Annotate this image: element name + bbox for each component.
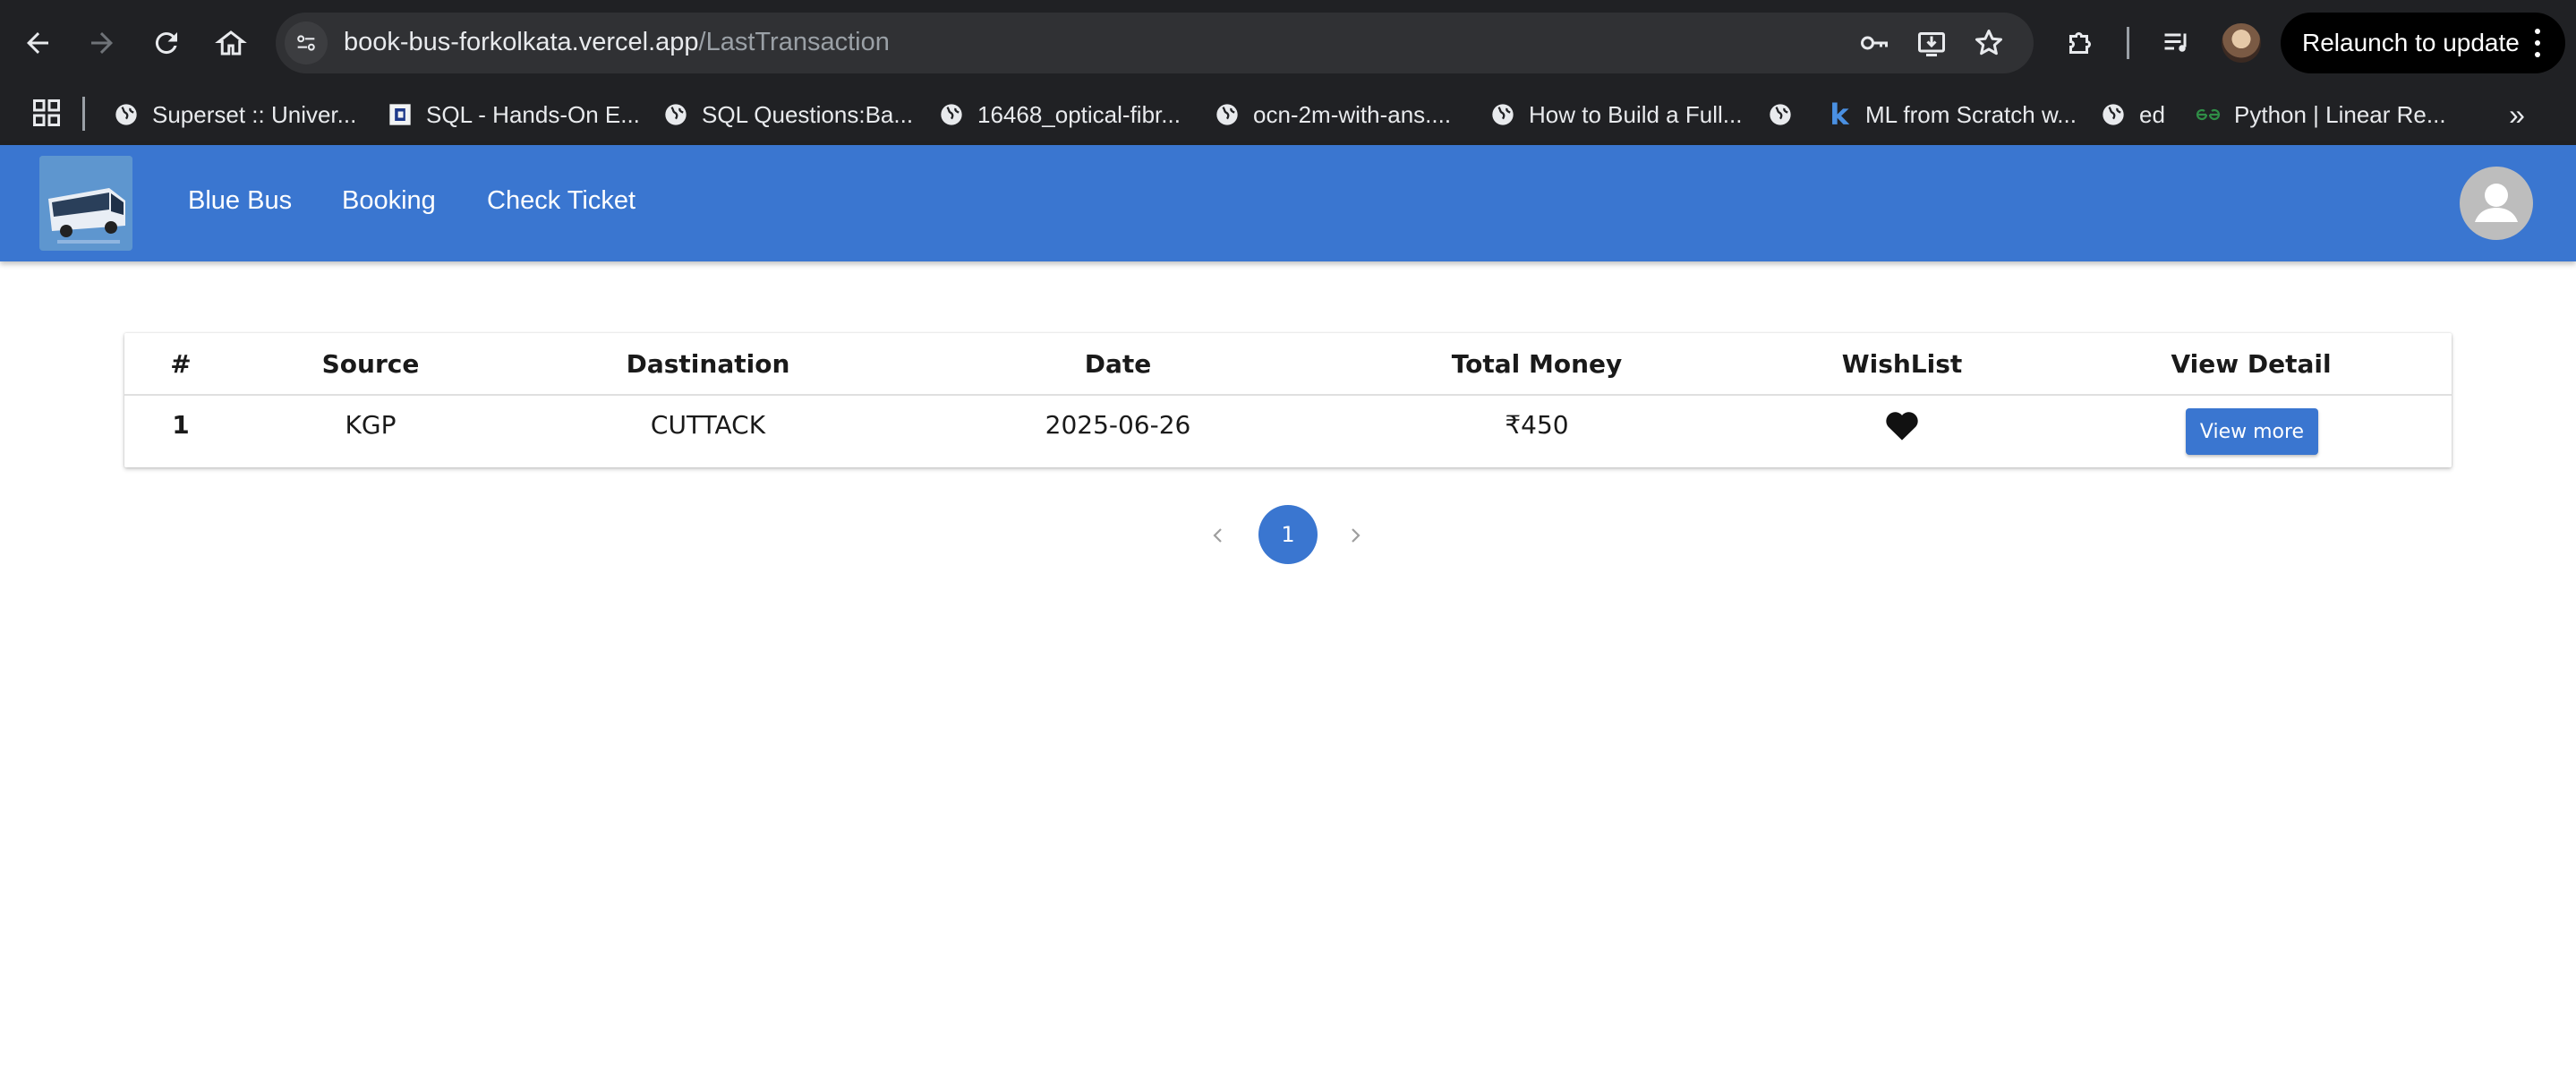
previous-page-icon[interactable] (1200, 518, 1236, 553)
site-favicon-icon (387, 101, 414, 128)
apps-grid-icon[interactable] (30, 97, 63, 129)
bookmark-item[interactable]: ocn-2m-with-ans.... (1214, 93, 1451, 136)
cell-destination: CUTTACK (650, 410, 766, 440)
column-header-date: Date (1084, 349, 1152, 379)
bookmarks-bar: Superset :: Univer... SQL - Hands-On E..… (0, 86, 2576, 145)
bookmark-item[interactable]: k ML from Scratch w... (1826, 93, 2077, 136)
column-header-wishlist: WishList (1841, 349, 1963, 379)
globe-icon (1489, 101, 1516, 128)
bookmark-item[interactable]: Superset :: Univer... (113, 93, 356, 136)
back-icon[interactable] (16, 21, 59, 64)
more-menu-icon[interactable] (2535, 29, 2540, 57)
nav-link-booking[interactable]: Booking (342, 186, 436, 216)
header-divider (124, 394, 2452, 396)
home-icon[interactable] (209, 21, 252, 64)
bus-logo[interactable] (39, 156, 132, 251)
cell-source: KGP (345, 410, 397, 440)
cell-date: 2025-06-26 (1045, 410, 1191, 440)
url-text: book-bus-forkolkata.vercel.app/LastTrans… (344, 28, 890, 56)
toolbar-divider (2127, 27, 2129, 59)
transactions-table: # Source Dastination Date Total Money Wi… (124, 333, 2452, 467)
next-page-icon[interactable] (1337, 518, 1373, 553)
globe-icon (662, 101, 689, 128)
globe-icon (2100, 101, 2127, 128)
bookmark-item[interactable] (1767, 93, 1806, 136)
bookmark-item[interactable]: How to Build a Full... (1489, 93, 1742, 136)
forward-icon[interactable] (81, 21, 124, 64)
browser-profile-avatar[interactable] (2222, 23, 2261, 63)
more-bookmarks-icon[interactable]: » (2495, 93, 2538, 136)
column-header-source: Source (321, 349, 420, 379)
media-controls-icon[interactable] (2155, 21, 2198, 64)
column-header-view-detail: View Detail (2171, 349, 2332, 379)
k-icon: k (1830, 98, 1849, 132)
bookmarks-divider (82, 97, 85, 131)
bookmark-item[interactable]: SQL - Hands-On E... (387, 93, 640, 136)
globe-icon (1214, 101, 1241, 128)
bookmark-item[interactable]: 16468_optical-fibr... (938, 93, 1181, 136)
install-app-icon[interactable] (1914, 25, 1949, 61)
nav-link-blue-bus[interactable]: Blue Bus (188, 186, 292, 216)
gfg-icon (2195, 101, 2222, 128)
extensions-icon[interactable] (2059, 21, 2102, 64)
globe-icon (1767, 101, 1794, 128)
bookmark-star-icon[interactable] (1971, 25, 2007, 61)
globe-icon (113, 101, 140, 128)
cell-total-money: ₹450 (1505, 410, 1569, 440)
nav-link-check-ticket[interactable]: Check Ticket (487, 186, 635, 216)
column-header-index: # (170, 349, 192, 379)
column-header-destination: Dastination (626, 349, 790, 379)
column-header-total-money: Total Money (1451, 349, 1623, 379)
page-button-current[interactable]: 1 (1258, 505, 1318, 564)
browser-toolbar: book-bus-forkolkata.vercel.app/LastTrans… (0, 0, 2576, 86)
relaunch-button[interactable]: Relaunch to update (2281, 13, 2565, 73)
site-settings-icon[interactable] (285, 21, 328, 64)
password-key-icon[interactable] (1856, 25, 1892, 61)
globe-icon (938, 101, 965, 128)
cell-index: 1 (172, 410, 190, 440)
view-more-button[interactable]: View more (2186, 408, 2318, 455)
wishlist-heart-icon[interactable] (1884, 408, 1920, 442)
user-avatar-icon[interactable] (2460, 167, 2533, 240)
address-bar[interactable]: book-bus-forkolkata.vercel.app/LastTrans… (276, 13, 2034, 73)
bookmark-item[interactable]: Python | Linear Re... (2195, 93, 2446, 136)
bookmark-item[interactable]: SQL Questions:Ba... (662, 93, 913, 136)
reload-icon[interactable] (145, 21, 188, 64)
bookmark-item[interactable]: ed (2100, 93, 2165, 136)
app-navbar: Blue Bus Booking Check Ticket (0, 145, 2576, 261)
